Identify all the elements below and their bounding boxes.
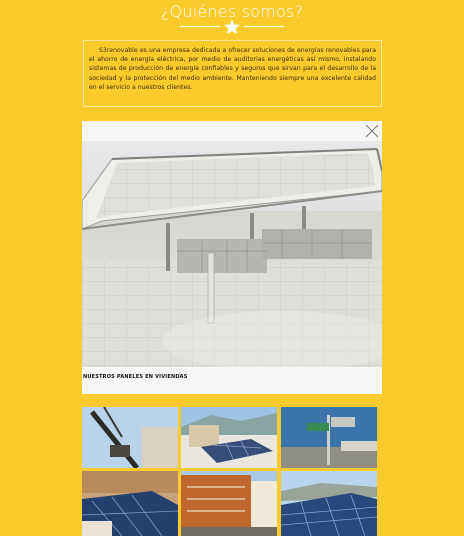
rooftop-photo [82, 141, 382, 367]
divider-line-left [180, 26, 220, 27]
star-icon [224, 19, 240, 35]
about-description: S3renovable es una empresa dedicada a of… [83, 40, 382, 107]
lightbox-photo [82, 141, 382, 367]
gallery-thumb-5[interactable] [181, 471, 277, 536]
photo-caption: Nuestros Paneles En Viviendas [83, 374, 188, 380]
gallery-thumb-4[interactable] [82, 471, 178, 536]
image-lightbox: Nuestros Paneles En Viviendas [82, 121, 382, 394]
gallery-thumb-1[interactable] [82, 407, 178, 468]
divider-line-right [244, 26, 284, 27]
close-icon[interactable] [365, 124, 379, 138]
gallery-thumb-6[interactable] [281, 471, 377, 536]
gallery-thumb-3[interactable] [281, 407, 377, 468]
title-divider [176, 18, 288, 36]
gallery-thumb-2[interactable] [181, 407, 277, 468]
